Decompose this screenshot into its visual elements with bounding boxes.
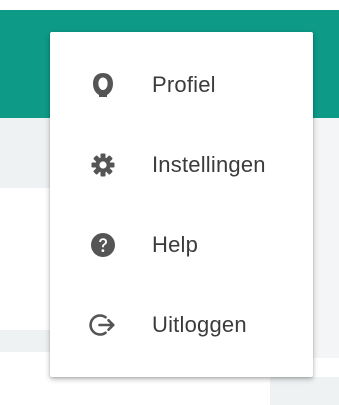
gear-icon: [89, 151, 117, 179]
background-panel: [270, 377, 339, 405]
menu-item-label: Uitloggen: [152, 312, 247, 337]
user-dropdown-menu: Profiel Instellingen Help Uitloggen: [50, 32, 313, 377]
menu-item-label: Instellingen: [152, 152, 266, 177]
menu-item-label: Profiel: [152, 72, 216, 97]
background-panel: [313, 118, 339, 358]
background-panel: [0, 118, 50, 188]
menu-item-label: Help: [152, 232, 199, 257]
menu-item-settings[interactable]: Instellingen: [50, 125, 313, 205]
menu-item-help[interactable]: Help: [50, 205, 313, 285]
menu-item-profile[interactable]: Profiel: [50, 45, 313, 125]
menu-item-logout[interactable]: Uitloggen: [50, 285, 313, 365]
logout-icon: [89, 311, 117, 339]
help-icon: [89, 231, 117, 259]
profile-icon: [89, 71, 117, 99]
background-panel: [0, 330, 50, 352]
